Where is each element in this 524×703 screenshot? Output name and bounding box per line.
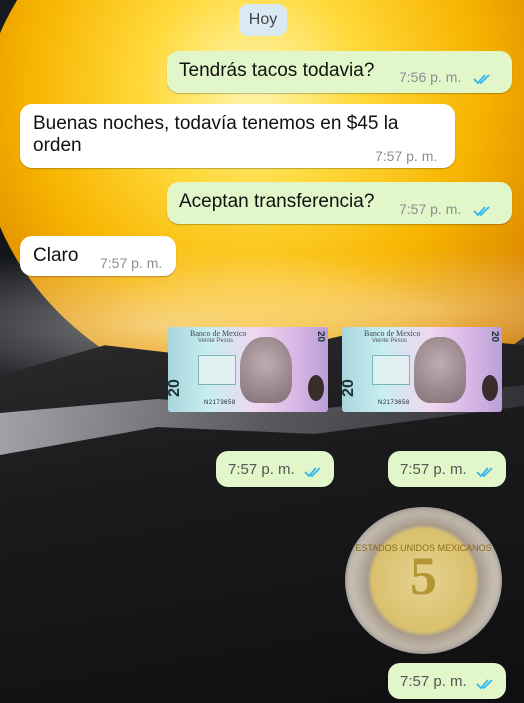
banknote-serial: N2173658 [378, 400, 410, 406]
banknote-serial: N2173658 [204, 400, 236, 406]
coin-image[interactable]: ESTADOS UNIDOS MEXICANOS 5 [345, 507, 502, 654]
banknote-image[interactable]: Banco de Mexico Veinte Pesos 20 20 N2173… [168, 327, 328, 412]
double-check-icon [472, 673, 496, 695]
banknote-denomination-text: Veinte Pesos [198, 338, 234, 344]
double-check-icon [300, 461, 324, 483]
double-check-icon [469, 200, 493, 222]
banknote-security-mark [308, 375, 324, 401]
banknote-portrait [414, 337, 466, 403]
message-outgoing[interactable]: Aceptan transferencia? 7:57 p. m. [167, 182, 512, 224]
day-separator: Hoy [239, 4, 287, 36]
banknote-bank-name: Banco de Mexico [190, 329, 247, 338]
double-check-icon [469, 68, 493, 90]
message-time: 7:57 p. m. [400, 461, 467, 478]
message-time: 7:56 p. m. [399, 69, 462, 85]
banknote-value: 20 [168, 379, 183, 397]
banknote-image[interactable]: Banco de Mexico Veinte Pesos 20 20 N2173… [342, 327, 502, 412]
banknote-value-side: 20 [488, 330, 500, 343]
double-check-icon [472, 461, 496, 483]
banknote-denomination-text: Veinte Pesos [372, 338, 408, 344]
message-text: Tendrás tacos todavia? [179, 60, 375, 81]
image-time-chip: 7:57 p. m. [216, 451, 334, 487]
message-text: Claro [33, 245, 79, 266]
message-time: 7:57 p. m. [375, 148, 438, 164]
image-time-chip: 7:57 p. m. [388, 663, 506, 699]
message-time: 7:57 p. m. [228, 461, 295, 478]
banknote-book-illustration [198, 355, 236, 385]
message-time: 7:57 p. m. [399, 201, 462, 217]
banknote-security-mark [482, 375, 498, 401]
banknote-book-illustration [372, 355, 410, 385]
message-text: Buenas noches, todavía tenemos en $45 la… [33, 113, 399, 156]
banknote-portrait [240, 337, 292, 403]
image-time-chip: 7:57 p. m. [388, 451, 506, 487]
message-time: 7:57 p. m. [400, 673, 467, 690]
message-outgoing[interactable]: Tendrás tacos todavia? 7:56 p. m. [167, 51, 512, 93]
message-incoming[interactable]: Buenas noches, todavía tenemos en $45 la… [20, 104, 455, 168]
banknote-value: 20 [342, 379, 357, 397]
banknote-bank-name: Banco de Mexico [364, 329, 421, 338]
message-incoming[interactable]: Claro 7:57 p. m. [20, 236, 176, 276]
coin-value: 5 [410, 546, 437, 606]
message-time: 7:57 p. m. [100, 255, 163, 271]
banknote-value-side: 20 [314, 330, 326, 343]
message-text: Aceptan transferencia? [179, 191, 375, 212]
